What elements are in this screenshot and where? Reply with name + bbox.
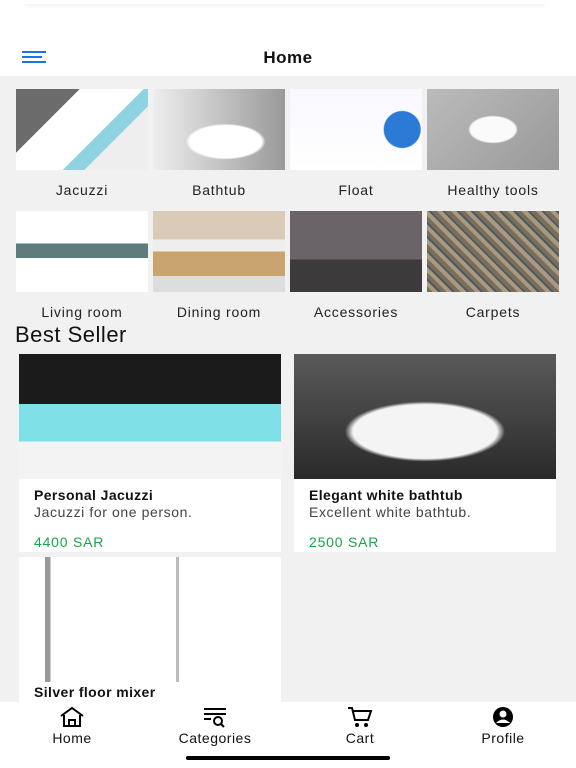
- home-indicator: [186, 756, 390, 760]
- tab-categories[interactable]: Categories: [160, 706, 270, 746]
- category-accessories[interactable]: Accessories: [290, 211, 422, 320]
- home-icon: [60, 706, 84, 727]
- product-name: Silver floor mixer: [34, 684, 156, 700]
- status-bar-shadow: [25, 0, 545, 4]
- product-image: [294, 354, 556, 479]
- category-jacuzzi[interactable]: Jacuzzi: [16, 89, 148, 198]
- category-image: [427, 89, 559, 170]
- category-label: Jacuzzi: [55, 182, 109, 198]
- cart-icon: [348, 707, 373, 727]
- product-name: Personal Jacuzzi: [34, 487, 154, 503]
- category-carpets[interactable]: Carpets: [427, 211, 559, 320]
- category-image: [153, 89, 285, 170]
- tab-profile[interactable]: Profile: [448, 706, 558, 746]
- product-card[interactable]: Silver floor mixer: [19, 557, 281, 707]
- best-seller-heading: Best Seller: [15, 322, 127, 347]
- product-price: 4400 SAR: [34, 534, 105, 550]
- product-image: [19, 557, 281, 682]
- category-image: [427, 211, 559, 292]
- categories-search-icon: [204, 708, 226, 728]
- product-description: Jacuzzi for one person.: [34, 504, 193, 520]
- profile-icon: [493, 707, 513, 727]
- category-label: Bathtub: [192, 182, 246, 198]
- product-card[interactable]: Elegant white bathtub Excellent white ba…: [294, 354, 556, 552]
- product-card[interactable]: Personal Jacuzzi Jacuzzi for one person.…: [19, 354, 281, 552]
- category-image: [290, 211, 422, 292]
- category-label: Healthy tools: [447, 182, 539, 198]
- tab-label: Categories: [178, 730, 252, 746]
- page-title: Home: [263, 48, 313, 67]
- category-image: [16, 211, 148, 292]
- product-image: [19, 354, 281, 479]
- category-float[interactable]: Float: [290, 89, 422, 198]
- category-label: Float: [338, 182, 374, 198]
- tab-label: Cart: [345, 730, 375, 746]
- category-image: [153, 211, 285, 292]
- category-image: [16, 89, 148, 170]
- app-header: Home: [0, 0, 576, 76]
- product-price: 2500 SAR: [309, 534, 380, 550]
- category-label: Carpets: [465, 304, 521, 320]
- product-name: Elegant white bathtub: [309, 487, 463, 503]
- category-label: Living room: [41, 304, 123, 320]
- category-image: [290, 89, 422, 170]
- tab-label: Home: [52, 730, 92, 746]
- tab-home[interactable]: Home: [17, 706, 127, 746]
- category-label: Dining room: [176, 304, 262, 320]
- product-description: Excellent white bathtub.: [309, 504, 472, 520]
- category-healthy-tools[interactable]: Healthy tools: [427, 89, 559, 198]
- tab-label: Profile: [481, 730, 525, 746]
- category-living-room[interactable]: Living room: [16, 211, 148, 320]
- tab-cart[interactable]: Cart: [305, 706, 415, 746]
- category-label: Accessories: [313, 304, 399, 320]
- category-dining-room[interactable]: Dining room: [153, 211, 285, 320]
- category-bathtub[interactable]: Bathtub: [153, 89, 285, 198]
